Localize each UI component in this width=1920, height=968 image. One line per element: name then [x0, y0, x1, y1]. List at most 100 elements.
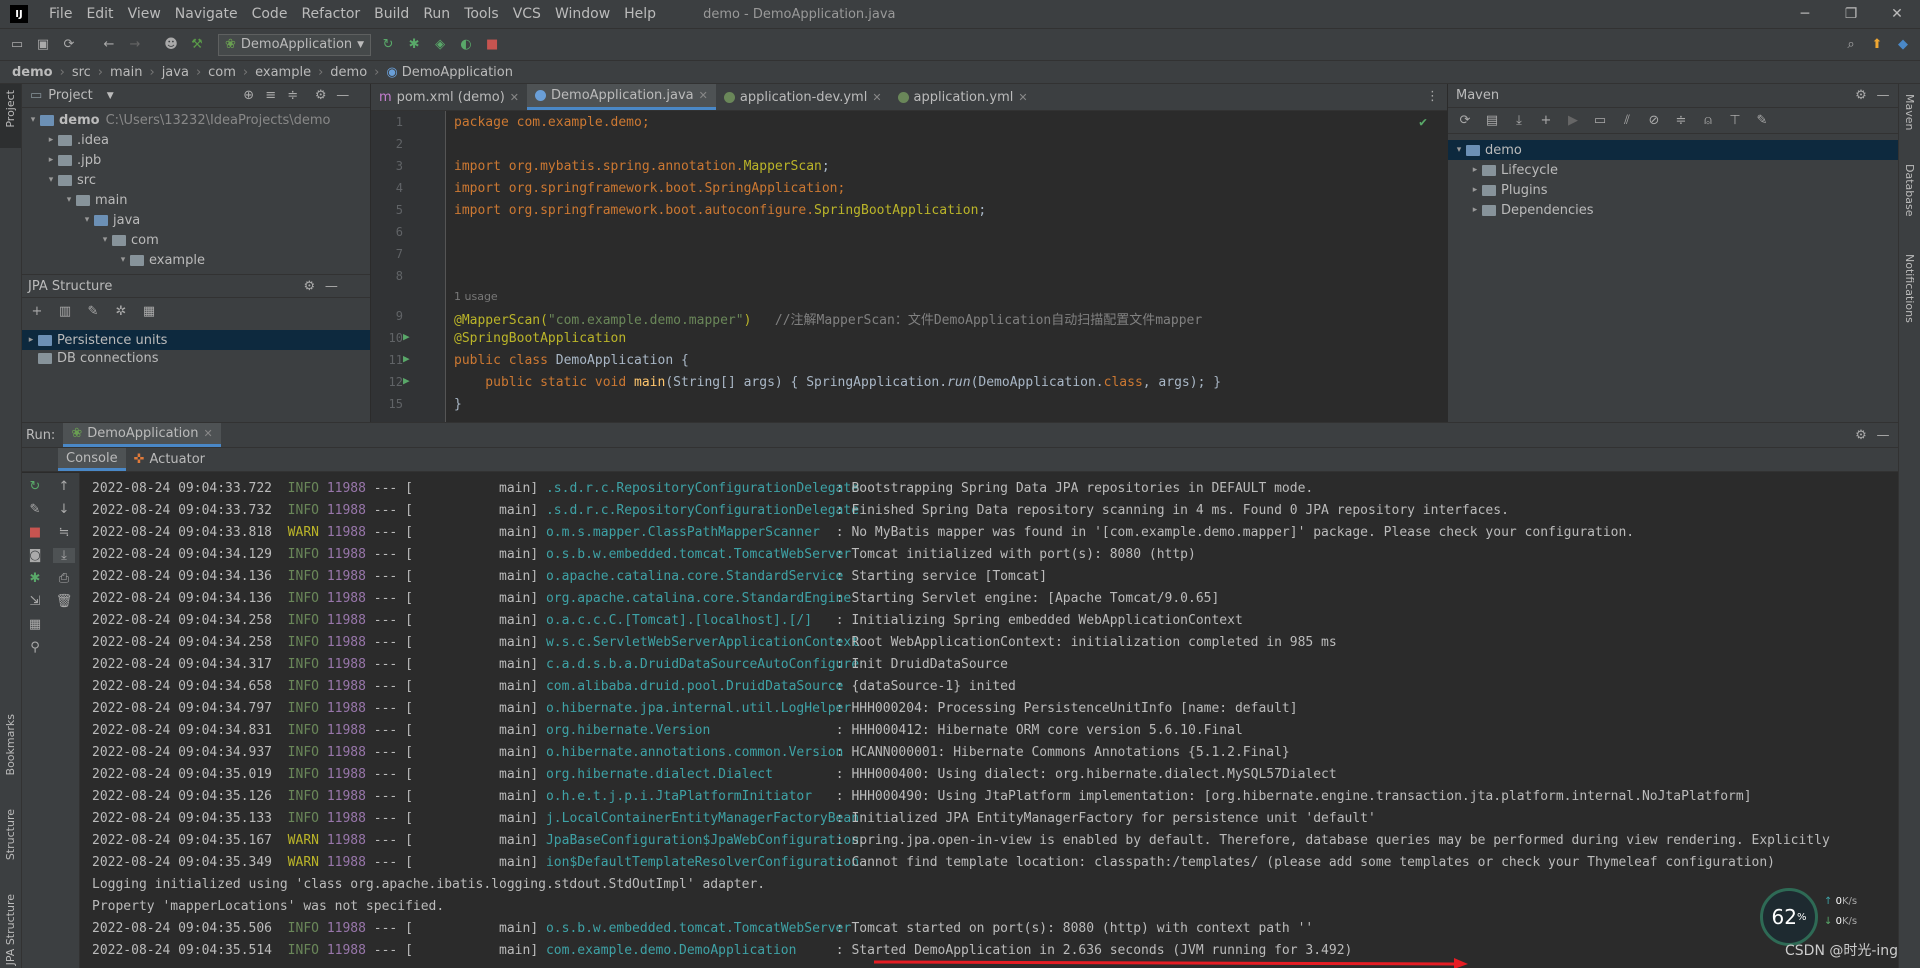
profile-icon[interactable]: ◐: [455, 34, 477, 56]
gear-icon[interactable]: ⚙: [1850, 88, 1872, 103]
chevron-down-icon[interactable]: ▾: [26, 115, 40, 125]
code-area[interactable]: package com.example.demo; import org.myb…: [446, 111, 1427, 422]
chevron-down-icon[interactable]: ▾: [80, 215, 94, 225]
chevron-down-icon[interactable]: ▾: [98, 235, 112, 245]
menu-file[interactable]: File: [42, 6, 79, 22]
gear-icon[interactable]: ⚙: [310, 88, 332, 103]
menu-view[interactable]: View: [121, 6, 168, 22]
bookmarks-strip-tab[interactable]: Bookmarks: [4, 714, 17, 775]
pin-icon[interactable]: ⚲: [24, 640, 46, 655]
menu-navigate[interactable]: Navigate: [168, 6, 245, 22]
wrench-icon[interactable]: ✎: [1751, 113, 1773, 128]
tree-item[interactable]: ▾ src: [22, 170, 370, 190]
tab-pom-xml[interactable]: m pom.xml (demo) ✕: [371, 84, 527, 110]
project-strip-tab[interactable]: Project: [0, 84, 21, 148]
hide-icon[interactable]: —: [1872, 88, 1894, 103]
crumb-main[interactable]: main: [110, 65, 142, 80]
crumb-com[interactable]: com: [208, 65, 236, 80]
diagram-icon[interactable]: ⊤: [1724, 113, 1746, 128]
stop-icon[interactable]: ■: [24, 525, 46, 540]
stop-icon[interactable]: ■: [481, 34, 503, 56]
run-icon[interactable]: ▶: [1562, 113, 1584, 128]
sync-icon[interactable]: ⟳: [58, 34, 80, 56]
run-gutter-icon[interactable]: ▶: [403, 374, 410, 387]
skip-tests-icon[interactable]: ⊘: [1643, 113, 1665, 128]
debug-icon[interactable]: ✱: [403, 34, 425, 56]
close-window-button[interactable]: ✕: [1874, 0, 1920, 28]
hide-icon[interactable]: —: [332, 88, 354, 103]
console-output[interactable]: 2022-08-24 09:04:33.722 INFO 11988 --- […: [80, 473, 1898, 968]
run-config-tab[interactable]: ❀ DemoApplication ✕: [63, 423, 221, 447]
dependencies-icon[interactable]: ⍝: [1697, 113, 1719, 128]
run-config-selector[interactable]: ❀ DemoApplication ▼: [218, 33, 372, 56]
crumb-java[interactable]: java: [162, 65, 189, 80]
layout-icon[interactable]: ▦: [24, 617, 46, 632]
user-icon[interactable]: ☻: [160, 34, 182, 56]
jpa-structure-strip-tab[interactable]: JPA Structure: [4, 894, 17, 965]
menu-run[interactable]: Run: [416, 6, 457, 22]
add-icon[interactable]: +: [1535, 113, 1557, 128]
soft-wrap-icon[interactable]: ≒: [53, 525, 75, 540]
run-gutter-icon[interactable]: ▶: [403, 352, 410, 365]
camera-icon[interactable]: ◙: [24, 548, 46, 563]
tree-item[interactable]: ▾ java: [22, 210, 370, 230]
tree-item[interactable]: ▾ com: [22, 230, 370, 250]
menu-code[interactable]: Code: [245, 6, 295, 22]
tree-item[interactable]: ▸ .jpb: [22, 150, 370, 170]
close-icon[interactable]: ✕: [1018, 91, 1027, 104]
menu-tools[interactable]: Tools: [457, 6, 506, 22]
wrench-icon[interactable]: ✎: [24, 502, 46, 517]
gear-icon[interactable]: ⚙: [298, 279, 320, 294]
collapse-icon[interactable]: ≑: [1670, 113, 1692, 128]
print-icon[interactable]: ⎙: [53, 571, 75, 586]
tree-item[interactable]: ▾ main: [22, 190, 370, 210]
arrow-down-icon[interactable]: ↓: [53, 502, 75, 517]
arrow-up-icon[interactable]: ↑: [53, 479, 75, 494]
generate-sources-icon[interactable]: ▤: [1481, 113, 1503, 128]
calendar-icon[interactable]: ▦: [138, 304, 160, 319]
exit-icon[interactable]: ⇲: [24, 594, 46, 609]
trash-icon[interactable]: 🗑: [53, 594, 75, 609]
build-hammer-icon[interactable]: ⚒: [186, 34, 208, 56]
maven-dependencies[interactable]: ▸ Dependencies: [1448, 200, 1898, 220]
menu-vcs[interactable]: VCS: [506, 6, 548, 22]
close-icon[interactable]: ✕: [510, 91, 519, 104]
crumb-project[interactable]: demo: [12, 65, 53, 80]
menu-help[interactable]: Help: [617, 6, 663, 22]
menu-refactor[interactable]: Refactor: [294, 6, 367, 22]
crumb-demo[interactable]: demo: [330, 65, 367, 80]
locate-icon[interactable]: ⊕: [238, 88, 260, 103]
maven-strip-tab[interactable]: Maven: [1903, 94, 1916, 130]
hide-icon[interactable]: —: [1872, 428, 1894, 443]
jpa-console-icon[interactable]: ▥: [54, 304, 76, 319]
crumb-src[interactable]: src: [72, 65, 91, 80]
menu-build[interactable]: Build: [367, 6, 416, 22]
restore-button[interactable]: ❐: [1828, 0, 1874, 28]
database-strip-tab[interactable]: Database: [1903, 164, 1916, 217]
chevron-down-icon[interactable]: ▾: [116, 255, 130, 265]
tab-application-dev-yml[interactable]: application-dev.yml ✕: [716, 84, 890, 110]
open-folder-icon[interactable]: ▭: [6, 34, 28, 56]
jpa-persistence-units[interactable]: ▸ Persistence units: [22, 330, 370, 350]
menu-window[interactable]: Window: [548, 6, 617, 22]
update-icon[interactable]: ⬆: [1866, 34, 1888, 56]
run-gutter-icon[interactable]: ▶: [403, 330, 410, 343]
tab-demo-application[interactable]: DemoApplication.java ✕: [527, 84, 716, 110]
menu-edit[interactable]: Edit: [79, 6, 120, 22]
rerun-icon[interactable]: ↻: [377, 34, 399, 56]
debug-icon[interactable]: ✱: [24, 571, 46, 586]
forward-icon[interactable]: →: [124, 34, 146, 56]
tree-item[interactable]: ▸ .idea: [22, 130, 370, 150]
collapse-all-icon[interactable]: ≑: [282, 88, 304, 103]
chevron-right-icon[interactable]: ▸: [44, 135, 58, 145]
close-icon[interactable]: ✕: [872, 91, 881, 104]
maven-root-demo[interactable]: ▾ demo: [1448, 140, 1898, 160]
coverage-icon[interactable]: ◈: [429, 34, 451, 56]
toggle-offline-icon[interactable]: ⫽: [1616, 113, 1638, 128]
tree-item[interactable]: ▾ demo C:\Users\13232\IdeaProjects\demo: [22, 110, 370, 130]
gear-icon[interactable]: ⚙: [1850, 428, 1872, 443]
save-icon[interactable]: ▣: [32, 34, 54, 56]
tree-item[interactable]: ▾ example: [22, 250, 370, 268]
add-icon[interactable]: +: [26, 304, 48, 319]
scroll-to-end-icon[interactable]: ⤓: [53, 548, 75, 563]
